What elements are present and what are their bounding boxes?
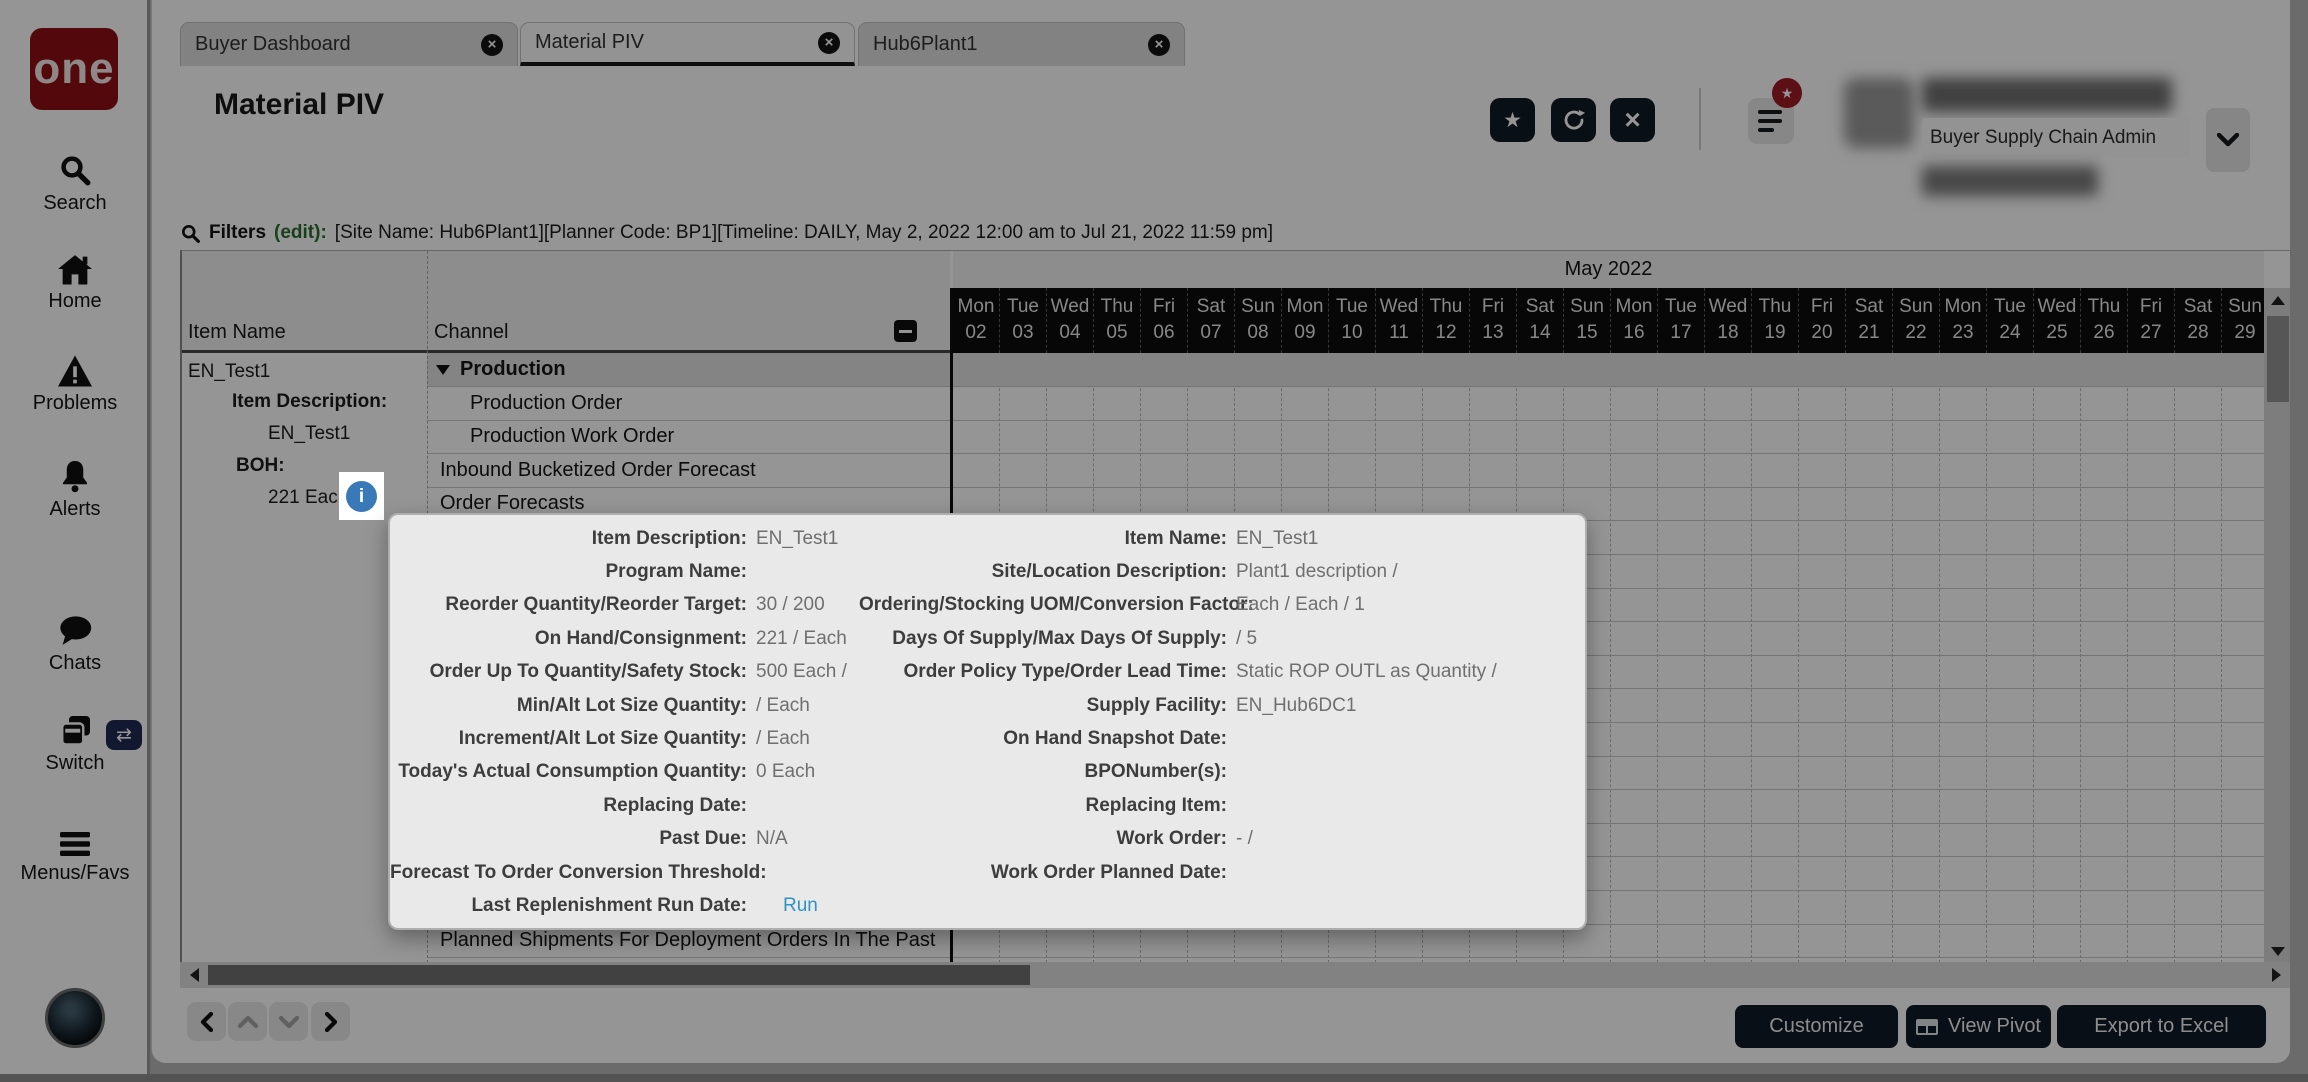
screen: one Search Home Problems Alerts Chats Switch M…: [0, 0, 2308, 1082]
popup-field-value: Static ROP OUTL as Quantity /: [1236, 661, 1497, 683]
popup-field-label: Reorder Quantity/Reorder Target:: [445, 594, 747, 616]
popup-field-label: On Hand Snapshot Date:: [1003, 728, 1227, 750]
popup-field-value: / Each: [756, 694, 810, 716]
popup-field-label: Last Replenishment Run Date:: [471, 894, 747, 916]
popup-field-value: N/A: [756, 828, 788, 850]
popup-field-value: EN_Test1: [756, 527, 839, 549]
popup-field-value: Each / Each / 1: [1236, 594, 1365, 616]
popup-field-label: Forecast To Order Conversion Threshold:: [390, 861, 767, 883]
popup-field-value: 30 / 200: [756, 594, 825, 616]
popup-row: Program Name: Site/Location Description: P…: [390, 555, 1585, 588]
popup-field-label: BPONumber(s):: [1084, 761, 1227, 783]
popup-field-label: Item Description:: [591, 527, 747, 549]
popup-field-label: Work Order:: [1116, 828, 1227, 850]
popup-row: Forecast To Order Conversion Threshold: W…: [390, 856, 1585, 889]
popup-field-label: Today's Actual Consumption Quantity:: [398, 761, 747, 783]
popup-field-label: Past Due:: [659, 828, 747, 850]
popup-field-label: Site/Location Description:: [991, 561, 1227, 583]
popup-row: Replacing Date: Replacing Item:: [390, 789, 1585, 822]
popup-field-value: EN_Hub6DC1: [1236, 694, 1357, 716]
popup-field-value: Plant1 description /: [1236, 561, 1398, 583]
popup-field-label: Order Up To Quantity/Safety Stock:: [429, 661, 747, 683]
popup-field-label: Replacing Date:: [603, 794, 747, 816]
popup-field-value: EN_Test1: [1236, 527, 1319, 549]
popup-field-label: Work Order Planned Date:: [990, 861, 1227, 883]
popup-field-label: Days Of Supply/Max Days Of Supply:: [892, 627, 1227, 649]
info-icon[interactable]: i: [346, 481, 377, 512]
popup-field-label: Order Policy Type/Order Lead Time:: [903, 661, 1227, 683]
popup-field-label: Increment/Alt Lot Size Quantity:: [458, 728, 747, 750]
popup-field-value: - /: [1236, 828, 1253, 850]
popup-row: Order Up To Quantity/Safety Stock: 500 Ea…: [390, 656, 1585, 689]
popup-field-value: / 5: [1236, 627, 1258, 649]
popup-field-value: 221 / Each: [756, 627, 847, 649]
popup-row: On Hand/Consignment: 221 / Each Days Of Su…: [390, 622, 1585, 655]
popup-field-label: Supply Facility:: [1086, 694, 1227, 716]
popup-field-label: Item Name:: [1124, 527, 1227, 549]
popup-field-value: 0 Each: [756, 761, 816, 783]
popup-field-label: Replacing Item:: [1085, 794, 1227, 816]
popup-field-value: 500 Each /: [756, 661, 847, 683]
info-icon-highlight: i: [339, 472, 384, 520]
popup-row: Reorder Quantity/Reorder Target: 30 / 200…: [390, 589, 1585, 622]
popup-row: Last Replenishment Run Date: Run: [390, 889, 1585, 922]
popup-row: Today's Actual Consumption Quantity: 0 Ea…: [390, 756, 1585, 789]
run-link[interactable]: Run: [747, 895, 859, 917]
item-info-popup: Item Description: EN_Test1 Item Name: EN_Te…: [388, 513, 1587, 930]
popup-row: Past Due: N/A Work Order: - /: [390, 823, 1585, 856]
popup-row: Min/Alt Lot Size Quantity: / Each Supply F…: [390, 689, 1585, 722]
popup-field-label: Ordering/Stocking UOM/Conversion Factor:: [859, 594, 1254, 616]
popup-field-label: Min/Alt Lot Size Quantity:: [516, 694, 747, 716]
popup-row: Item Description: EN_Test1 Item Name: EN_Te…: [390, 522, 1585, 555]
popup-row: Increment/Alt Lot Size Quantity: / Each On…: [390, 722, 1585, 755]
popup-field-label: On Hand/Consignment:: [534, 627, 747, 649]
popup-field-value: / Each: [756, 728, 810, 750]
popup-field-label: Program Name:: [605, 561, 748, 583]
